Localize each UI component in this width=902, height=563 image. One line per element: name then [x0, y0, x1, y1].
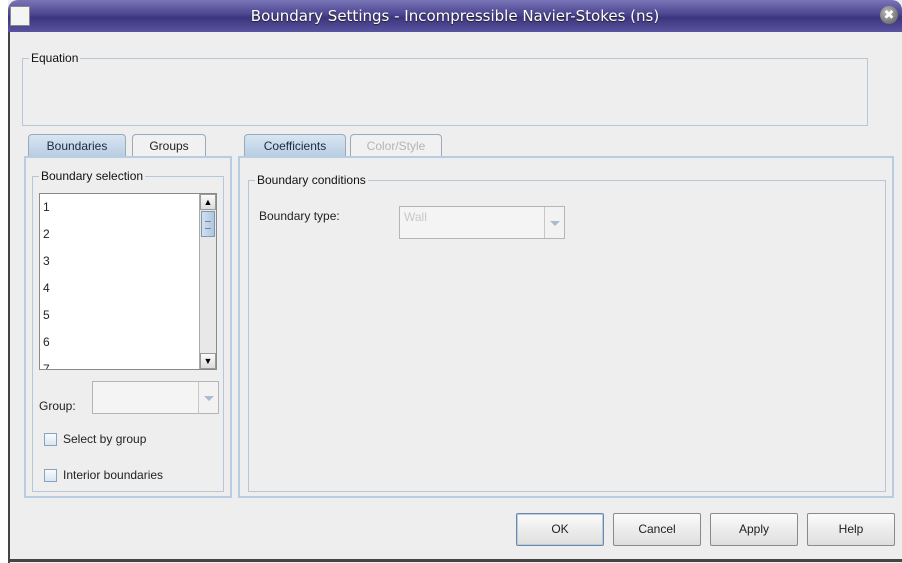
title-bar[interactable]: Boundary Settings - Incompressible Navie… [8, 0, 902, 32]
list-item[interactable]: 5 [40, 302, 216, 329]
list-item[interactable]: 7 [40, 356, 216, 369]
select-by-group-label[interactable]: Select by group [63, 432, 146, 446]
cancel-button[interactable]: Cancel [613, 513, 701, 546]
chevron-down-icon [544, 207, 564, 238]
boundary-list[interactable]: 1234567 ▲ ▼ [39, 193, 217, 370]
boundary-type-select: Wall [399, 206, 565, 239]
coefficients-tab-panel: Boundary conditions Boundary type: Wall [238, 156, 894, 498]
ok-button-label: OK [551, 522, 569, 536]
tab-color-style: Color/Style [350, 134, 442, 156]
window-title: Boundary Settings - Incompressible Navie… [250, 7, 660, 25]
list-item[interactable]: 1 [40, 194, 216, 221]
window-frame-left [8, 32, 10, 563]
boundary-selection-legend: Boundary selection [39, 169, 146, 183]
help-button[interactable]: Help [807, 513, 895, 546]
tab-color-style-label: Color/Style [366, 139, 426, 153]
tab-coefficients[interactable]: Coefficients [244, 134, 346, 156]
apply-button[interactable]: Apply [710, 513, 798, 546]
boundary-list-items: 1234567 [40, 194, 216, 369]
boundaries-tab-panel: Boundary selection 1234567 ▲ ▼ Group: Se… [24, 156, 232, 498]
scroll-down-arrow-icon[interactable]: ▼ [200, 353, 216, 369]
boundary-type-value: Wall [404, 210, 427, 224]
tab-coefficients-label: Coefficients [263, 139, 327, 153]
scroll-thumb[interactable] [201, 211, 215, 237]
chevron-down-icon[interactable] [198, 382, 218, 413]
equation-legend: Equation [29, 51, 81, 65]
equation-group: Equation [22, 51, 868, 126]
help-button-label: Help [838, 522, 864, 536]
interior-boundaries-checkbox[interactable] [44, 469, 57, 482]
list-item[interactable]: 3 [40, 248, 216, 275]
group-select[interactable] [92, 381, 219, 414]
group-label: Group: [39, 399, 76, 413]
tab-groups[interactable]: Groups [132, 134, 206, 156]
tab-boundaries[interactable]: Boundaries [28, 134, 126, 156]
boundary-type-label: Boundary type: [259, 209, 340, 223]
window-frame-bottom [8, 559, 902, 562]
select-by-group-checkbox[interactable] [44, 433, 57, 446]
boundary-settings-dialog: Boundary Settings - Incompressible Navie… [8, 0, 902, 563]
list-item[interactable]: 2 [40, 221, 216, 248]
list-scrollbar[interactable]: ▲ ▼ [199, 194, 216, 369]
apply-button-label: Apply [738, 522, 770, 536]
close-icon[interactable]: ✖ [880, 6, 898, 24]
scroll-up-arrow-icon[interactable]: ▲ [200, 194, 216, 210]
boundary-conditions-legend: Boundary conditions [255, 173, 368, 187]
ok-button[interactable]: OK [516, 513, 604, 546]
list-item[interactable]: 6 [40, 329, 216, 356]
boundary-selection-group: Boundary selection 1234567 ▲ ▼ Group: Se… [32, 169, 224, 492]
tab-groups-label: Groups [149, 139, 189, 153]
cancel-button-label: Cancel [638, 522, 676, 536]
list-item[interactable]: 4 [40, 275, 216, 302]
interior-boundaries-label[interactable]: Interior boundaries [63, 468, 163, 482]
boundary-conditions-group: Boundary conditions Boundary type: Wall [248, 173, 886, 492]
tab-boundaries-label: Boundaries [46, 139, 108, 153]
